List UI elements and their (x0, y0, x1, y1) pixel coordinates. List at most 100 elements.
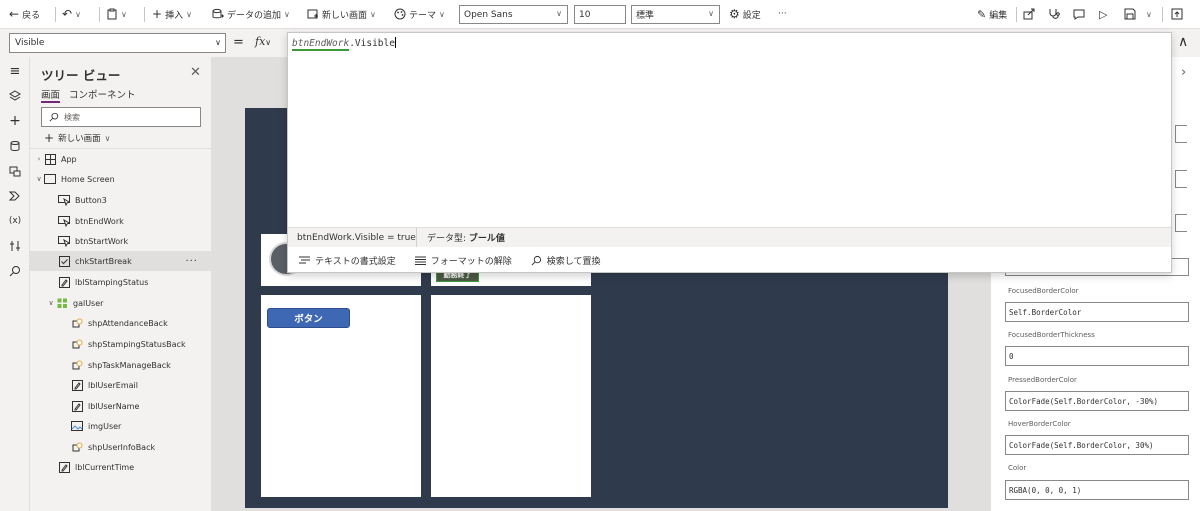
tree-node-control[interactable]: btnStartWork (30, 231, 212, 251)
search-icon (49, 112, 59, 122)
canvas-button[interactable]: ボタン (267, 308, 350, 328)
theme-button[interactable]: テーマ ∨ (394, 0, 445, 28)
paste-button[interactable]: ∨ (106, 0, 127, 28)
formula-result-bar: btnEndWork.Visible = true データ型: ブール値 (288, 227, 1171, 247)
tree-node-control[interactable]: shpStampingStatusBack (30, 334, 212, 354)
undo-button[interactable]: ↶ ∨ (62, 0, 81, 28)
edit-button[interactable]: ✎ 編集 (977, 0, 1007, 28)
save-icon (1124, 8, 1136, 20)
property-input-edge[interactable] (1175, 125, 1187, 143)
more-commands-button[interactable]: ··· (778, 0, 787, 28)
shape-control-icon (71, 338, 83, 350)
tree-node-gallery[interactable]: ∨ galUser (30, 293, 212, 313)
property-input-edge[interactable] (1175, 214, 1187, 232)
save-options-button[interactable]: ∨ (1146, 0, 1152, 28)
format-text-button[interactable]: テキストの書式設定 (299, 254, 396, 267)
tree-node-control[interactable]: shpTaskManageBack (30, 355, 212, 375)
power-automate-rail-icon[interactable] (7, 188, 23, 204)
advanced-tools-rail-icon[interactable] (7, 238, 23, 254)
formula-control-token: btnEndWork (292, 38, 350, 51)
property-input[interactable]: RGBA(0, 0, 0, 1) (1005, 480, 1189, 500)
tab-screens[interactable]: 画面 (41, 87, 61, 103)
chevron-down-icon: ∨ (708, 9, 714, 18)
property-input[interactable]: ColorFade(Self.BorderColor, 30%) (1005, 435, 1189, 455)
media-rail-icon[interactable] (7, 163, 23, 179)
font-weight-select[interactable]: 標準 ∨ (631, 5, 720, 24)
format-text-icon (299, 256, 310, 263)
clipboard-icon (107, 8, 117, 20)
pencil-icon: ✎ (977, 7, 987, 21)
tree-node-control[interactable]: lblCurrentTime (30, 457, 212, 477)
insert-button[interactable]: + 挿入 ∨ (152, 0, 192, 28)
fx-button[interactable]: fx∨ (255, 35, 271, 48)
label-control-icon (58, 276, 70, 288)
tree-node-control[interactable]: Button3 (30, 190, 212, 210)
tree-node-control[interactable]: shpAttendanceBack (30, 313, 212, 333)
preview-button[interactable]: ▷ (1099, 0, 1107, 28)
property-dropdown[interactable]: Visible ∨ (9, 33, 226, 53)
new-screen-tree-button[interactable]: + 新しい画面 ∨ (44, 131, 110, 145)
tree-node-control[interactable]: imgUser (30, 416, 212, 436)
chevron-right-icon[interactable]: › (1181, 65, 1186, 80)
search-rail-icon[interactable] (7, 263, 23, 279)
chevron-down-icon: ∨ (370, 9, 376, 19)
comments-button[interactable] (1073, 0, 1085, 28)
property-label: FocusedBorderColor (1008, 287, 1079, 295)
save-button[interactable] (1124, 0, 1136, 28)
shape-control-icon (71, 359, 83, 371)
formula-editor[interactable]: btnEndWork.Visible btnEndWork.Visible = … (287, 32, 1172, 273)
plus-icon: + (44, 131, 55, 145)
chevron-down-icon: ∨ (1146, 9, 1152, 19)
tree-search-input[interactable]: 検索 (41, 107, 201, 127)
separator (1162, 7, 1163, 22)
find-replace-button[interactable]: 検索して置換 (531, 254, 600, 267)
property-input-edge[interactable] (1175, 170, 1187, 188)
tab-components[interactable]: コンポーネント (69, 87, 136, 101)
app-icon (44, 153, 56, 165)
font-size-input[interactable]: 10 (574, 5, 626, 24)
insert-rail-icon[interactable]: + (7, 113, 23, 129)
property-input[interactable]: 0 (1005, 346, 1189, 366)
more-options-icon[interactable]: ··· (185, 256, 198, 267)
remove-format-button[interactable]: フォーマットの解除 (414, 254, 512, 267)
function-icon: fx (255, 35, 266, 48)
font-family-select[interactable]: Open Sans ∨ (459, 5, 568, 24)
image-control-icon (71, 420, 83, 432)
separator (1016, 7, 1017, 22)
task-card[interactable] (431, 295, 591, 497)
tree-node-control-selected[interactable]: chkStartBreak ··· (30, 251, 212, 271)
tree-node-app[interactable]: › App (30, 149, 212, 169)
tree-node-control[interactable]: lblUserName (30, 396, 212, 416)
database-icon (212, 8, 224, 19)
tree-node-control[interactable]: shpUserInfoBack (30, 437, 212, 457)
tree-node-screen[interactable]: ∨ Home Screen (30, 169, 212, 189)
new-screen-button[interactable]: 新しい画面 ∨ (307, 0, 376, 28)
tree-node-control[interactable]: btnEndWork (30, 211, 212, 231)
undo-icon: ↶ (62, 7, 73, 21)
search-icon (9, 266, 20, 277)
tree-node-control[interactable]: lblStampingStatus (30, 272, 212, 292)
chevron-up-icon: ∧ (1178, 34, 1189, 50)
add-data-button[interactable]: データの追加 ∨ (212, 0, 290, 28)
data-rail-icon[interactable] (7, 138, 23, 154)
property-input[interactable]: ColorFade(Self.BorderColor, -30%) (1005, 391, 1189, 411)
attendance-card[interactable]: ボタン (261, 295, 421, 497)
screen-icon (44, 173, 56, 185)
formula-result: btnEndWork.Visible = true (288, 228, 417, 247)
formula-text[interactable]: btnEndWork.Visible (292, 37, 396, 51)
app-checker-button[interactable] (1048, 0, 1060, 28)
back-arrow-icon: ← (9, 7, 20, 21)
hamburger-menu-icon[interactable]: ≡ (7, 63, 23, 79)
collapse-formula-button[interactable]: ∧ (1178, 34, 1188, 50)
variables-rail-icon[interactable]: (x) (7, 213, 23, 229)
back-button[interactable]: ← 戻る (9, 0, 40, 28)
publish-icon (1171, 8, 1183, 20)
tree-node-control[interactable]: lblUserEmail (30, 375, 212, 395)
share-button[interactable] (1023, 0, 1035, 28)
separator (99, 7, 100, 22)
tree-view-icon[interactable] (7, 88, 23, 104)
publish-button[interactable] (1171, 0, 1183, 28)
close-icon[interactable]: ✕ (190, 65, 201, 80)
property-input[interactable]: Self.BorderColor (1005, 302, 1189, 322)
settings-button[interactable]: ⚙ 設定 (729, 0, 761, 28)
